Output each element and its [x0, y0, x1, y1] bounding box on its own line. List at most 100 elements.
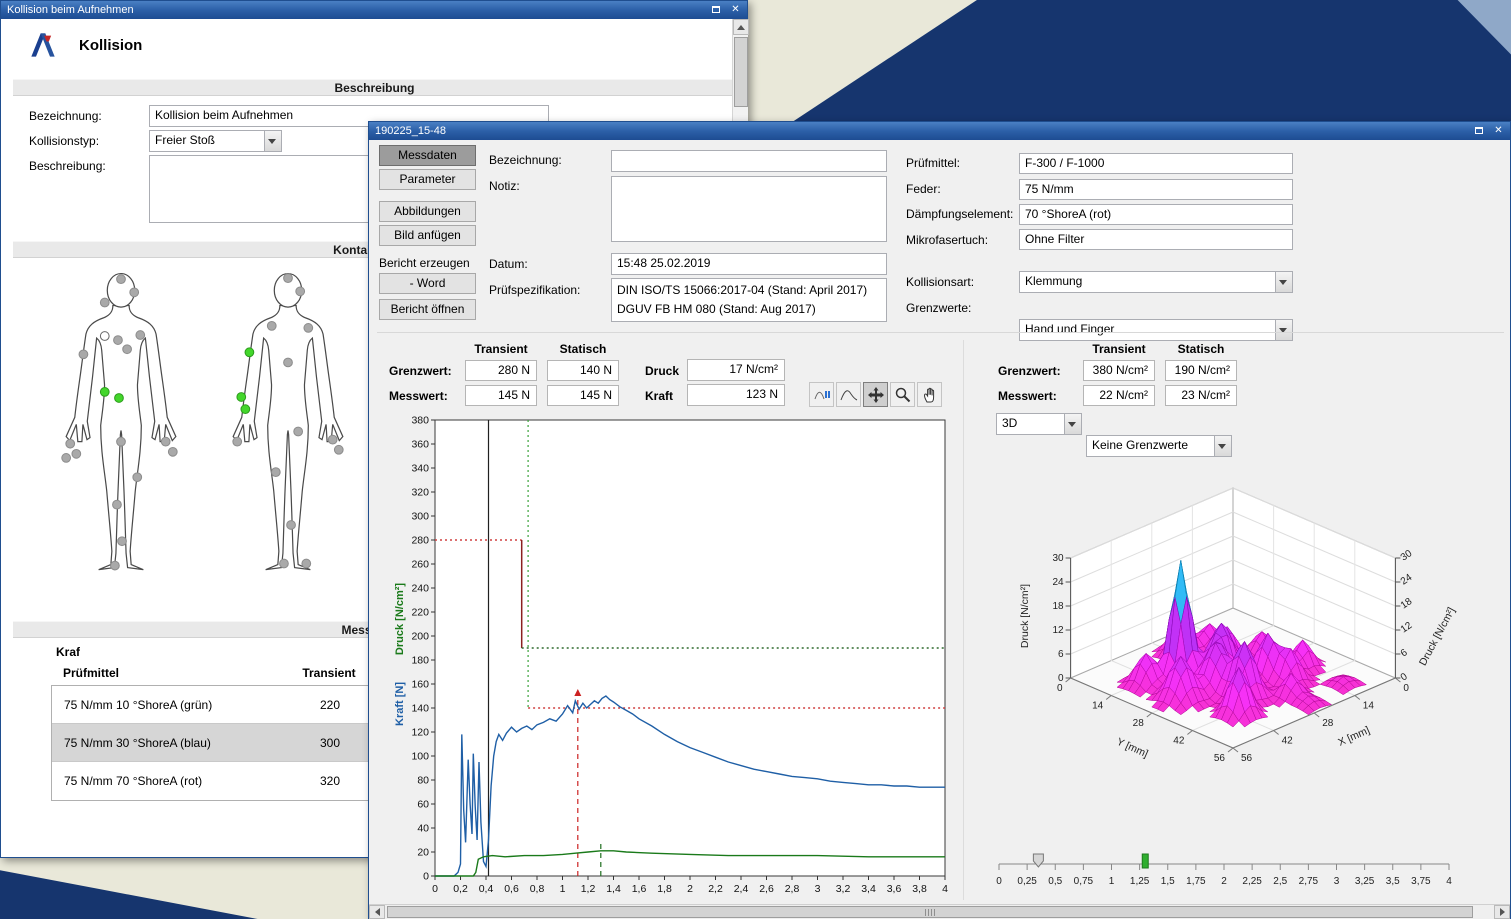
contact-point[interactable] — [233, 437, 242, 446]
contact-point[interactable] — [117, 275, 126, 284]
horizontal-scrollbar[interactable] — [369, 904, 1510, 919]
pressure-3d-chart[interactable]: 0612182430Druck [N/cm²]0612182430Druck [… — [988, 438, 1488, 850]
svg-text:3,8: 3,8 — [912, 883, 927, 895]
svg-text:12: 12 — [1399, 620, 1415, 636]
mikrofasertuch-input[interactable]: Ohne Filter — [1019, 229, 1293, 250]
table-row[interactable]: 75 N/mm 70 °ShoreA (rot) 320 — [52, 762, 380, 800]
table-row[interactable]: 75 N/mm 10 °ShoreA (grün) 220 — [52, 686, 380, 724]
contact-point[interactable] — [72, 449, 81, 458]
table-header: Prüfmittel Transient — [51, 661, 381, 685]
svg-text:3,25: 3,25 — [1355, 876, 1375, 887]
contact-point[interactable] — [66, 439, 75, 448]
force-messwert-statisch: 145 N — [547, 385, 619, 406]
contact-point[interactable] — [294, 427, 303, 436]
contact-point[interactable] — [284, 358, 293, 367]
y-axis-title: Y [mm] — [1115, 736, 1150, 760]
svg-text:4: 4 — [1446, 876, 1452, 887]
hscrollbar-thumb[interactable] — [387, 906, 1473, 918]
contact-point[interactable] — [328, 435, 337, 444]
contact-point[interactable] — [111, 561, 120, 570]
kollisionstyp-select[interactable]: Freier Stoß — [149, 130, 282, 152]
svg-text:240: 240 — [411, 583, 429, 595]
pan-tool-button[interactable] — [863, 382, 888, 407]
contact-point-selected[interactable] — [237, 393, 246, 402]
kollisionsart-value: Klemmung — [1025, 274, 1082, 288]
close-button[interactable]: ✕ — [1490, 124, 1507, 138]
svg-text:Kraft [N]: Kraft [N] — [394, 682, 406, 726]
notiz-textarea[interactable] — [611, 176, 887, 242]
body-diagram-front[interactable] — [56, 269, 186, 594]
svg-text:18: 18 — [1399, 596, 1415, 612]
contact-point[interactable] — [62, 454, 71, 463]
svg-text:100: 100 — [411, 751, 429, 763]
contact-point[interactable] — [100, 298, 109, 307]
hand-tool-button[interactable] — [917, 382, 942, 407]
contact-point[interactable] — [304, 324, 313, 333]
contact-point[interactable] — [267, 322, 276, 331]
contact-point[interactable] — [117, 437, 126, 446]
scroll-left-button[interactable] — [369, 905, 385, 919]
close-button[interactable]: ✕ — [727, 3, 744, 17]
view-mode-select[interactable]: 3D — [996, 413, 1082, 435]
section-beschreibung: Beschreibung — [13, 79, 736, 96]
curve-markers-tool-button[interactable] — [809, 382, 834, 407]
feder-input[interactable]: 75 N/mm — [1019, 179, 1293, 200]
contact-point[interactable] — [130, 288, 139, 297]
time-range-slider[interactable]: 00,250,50,7511,251,51,7522,252,52,7533,2… — [991, 852, 1461, 898]
curve-tool-button[interactable] — [836, 382, 861, 407]
contact-point[interactable] — [302, 559, 311, 568]
contact-point[interactable] — [133, 473, 142, 482]
zoom-tool-button[interactable] — [890, 382, 915, 407]
page-title: Kollision — [79, 37, 142, 54]
measurement-window-titlebar[interactable]: 190225_15-48 ✕ — [369, 122, 1510, 140]
sidebar-item-messdaten[interactable]: Messdaten — [379, 145, 476, 166]
contact-point[interactable] — [114, 336, 123, 345]
kraft-label: Kraft — [645, 389, 673, 403]
sidebar-item-abbildungen[interactable]: Abbildungen — [379, 201, 476, 222]
contact-point[interactable] — [168, 447, 177, 456]
svg-text:3: 3 — [1334, 876, 1340, 887]
contact-point[interactable] — [118, 537, 127, 546]
contact-point[interactable] — [334, 445, 343, 454]
svg-text:Druck [N/cm²]: Druck [N/cm²] — [394, 583, 406, 655]
scrollbar-thumb[interactable] — [734, 37, 748, 107]
datum-input[interactable]: 15:48 25.02.2019 — [611, 253, 887, 275]
contact-point-selected[interactable] — [245, 348, 254, 357]
sidebar-item-parameter[interactable]: Parameter — [379, 169, 476, 190]
contact-point[interactable] — [271, 468, 280, 477]
sidebar-item-bild-anfuegen[interactable]: Bild anfügen — [379, 225, 476, 246]
maximize-button[interactable] — [1470, 124, 1487, 138]
collision-window-titlebar[interactable]: Kollision beim Aufnehmen ✕ — [1, 1, 747, 19]
contact-point[interactable] — [123, 345, 132, 354]
pruefspez-box[interactable]: DIN ISO/TS 15066:2017-04 (Stand: April 2… — [611, 278, 887, 322]
contact-point[interactable] — [113, 500, 122, 509]
chevron-down-icon — [1279, 280, 1287, 285]
contact-point-selected[interactable] — [100, 388, 109, 397]
slider-handle-green[interactable] — [1142, 854, 1148, 868]
contact-point[interactable] — [296, 287, 305, 296]
contact-point[interactable] — [287, 521, 296, 530]
scroll-right-button[interactable] — [1494, 905, 1510, 919]
maximize-button[interactable] — [707, 3, 724, 17]
contact-point[interactable] — [280, 559, 289, 568]
contact-point-selected[interactable] — [241, 405, 250, 414]
contact-point-selected[interactable] — [115, 394, 124, 403]
bericht-oeffnen-button[interactable]: Bericht öffnen — [379, 299, 476, 320]
contact-point[interactable] — [136, 331, 145, 340]
contact-point[interactable] — [161, 437, 170, 446]
kollisionsart-select[interactable]: Klemmung — [1019, 271, 1293, 293]
scroll-up-button[interactable] — [733, 19, 749, 35]
daempfungselement-input[interactable]: 70 °ShoreA (rot) — [1019, 204, 1293, 225]
svg-text:2: 2 — [1221, 876, 1227, 887]
contact-point[interactable] — [79, 350, 88, 359]
body-diagram-back[interactable] — [223, 269, 353, 594]
contact-point[interactable] — [284, 274, 293, 283]
word-export-button[interactable]: - Word — [379, 273, 476, 294]
slider-handle-gray[interactable] — [1033, 854, 1043, 867]
table-row-selected[interactable]: 75 N/mm 30 °ShoreA (blau) 300 — [52, 724, 380, 762]
pressure-transient-header: Transient — [1083, 342, 1155, 356]
fw-bezeichnung-input[interactable] — [611, 150, 887, 172]
force-time-chart[interactable]: 0204060801001201401601802002202402602803… — [389, 414, 959, 904]
svg-text:4: 4 — [942, 883, 948, 895]
pruefmittel-input[interactable]: F-300 / F-1000 — [1019, 153, 1293, 174]
